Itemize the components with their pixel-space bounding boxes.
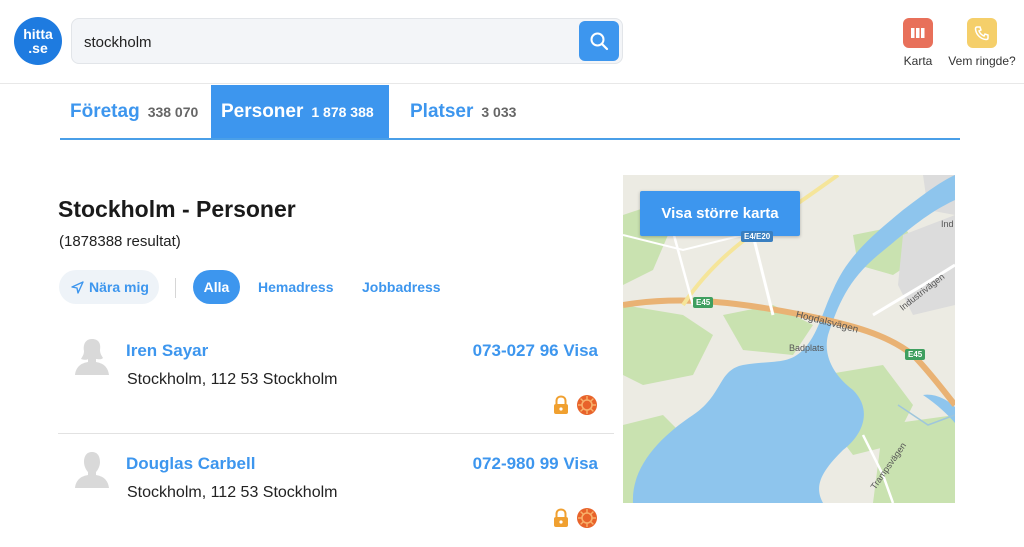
tab-platser[interactable]: Platser 3 033 xyxy=(400,85,526,138)
female-avatar-icon xyxy=(75,339,109,375)
person-address: Stockholm, 112 53 Stockholm xyxy=(127,371,338,388)
map-label-badplats: Badplats xyxy=(789,343,825,353)
person-name-link[interactable]: Douglas Carbell xyxy=(126,454,255,474)
phone-icon xyxy=(967,18,997,48)
search-icon xyxy=(590,32,609,51)
tab-personer[interactable]: Personer 1 878 388 xyxy=(211,85,389,138)
e45-shield: E45 xyxy=(693,297,714,308)
filter-all[interactable]: Alla xyxy=(193,270,240,304)
top-bar: hitta .se Karta Vem ringde? xyxy=(0,0,1024,84)
lock-icon xyxy=(550,507,572,529)
filter-home-address[interactable]: Hemadress xyxy=(258,270,334,304)
badges xyxy=(550,394,598,416)
map-panel[interactable]: Visa större karta Hogdalsvägen Badplats … xyxy=(623,175,955,503)
page-title: Stockholm - Personer xyxy=(58,196,296,222)
male-avatar-icon xyxy=(75,452,109,488)
search-box xyxy=(71,18,623,64)
show-larger-map-button[interactable]: Visa större karta xyxy=(640,191,800,236)
hitta-logo[interactable]: hitta .se xyxy=(14,17,62,65)
who-called-action[interactable]: Vem ringde? xyxy=(942,18,1022,68)
phone-number-link[interactable]: 073-027 96 Visa xyxy=(473,341,598,361)
badges xyxy=(550,507,598,529)
map-icon xyxy=(903,18,933,48)
logo-text-se: .se xyxy=(28,40,48,56)
filter-divider xyxy=(175,278,176,298)
tab-label: Platser xyxy=(410,100,474,122)
tab-label: Företag xyxy=(70,100,140,122)
search-input[interactable] xyxy=(84,29,574,55)
tab-label: Personer xyxy=(221,100,304,122)
location-arrow-icon xyxy=(71,280,84,294)
near-me-label: Nära mig xyxy=(89,279,149,295)
tab-count: 1 878 388 xyxy=(311,103,374,120)
tab-foretag[interactable]: Företag 338 070 xyxy=(60,85,208,138)
tab-count: 338 070 xyxy=(147,103,199,120)
person-row[interactable]: Douglas Carbell Stockholm, 112 53 Stockh… xyxy=(58,435,614,547)
phone-number-link[interactable]: 072-980 99 Visa xyxy=(473,454,598,474)
sun-badge-icon xyxy=(576,394,598,416)
tab-count: 3 033 xyxy=(481,103,517,120)
who-called-label: Vem ringde? xyxy=(948,54,1016,68)
person-row[interactable]: Iren Sayar Stockholm, 112 53 Stockholm 0… xyxy=(58,322,614,434)
logo-text-hitta: hitta xyxy=(23,26,53,42)
person-address: Stockholm, 112 53 Stockholm xyxy=(127,484,338,501)
e4-shield: E4/E20 xyxy=(741,231,774,242)
e45-shield: E45 xyxy=(905,349,926,360)
map-label-ind: Ind xyxy=(941,219,954,229)
category-tabs: Företag 338 070 Personer 1 878 388 Plats… xyxy=(60,85,960,140)
sun-badge-icon xyxy=(576,507,598,529)
near-me-button[interactable]: Nära mig xyxy=(59,270,159,304)
person-name-link[interactable]: Iren Sayar xyxy=(126,341,208,361)
result-count: (1878388 resultat) xyxy=(59,233,181,250)
lock-icon xyxy=(550,394,572,416)
search-button[interactable] xyxy=(579,21,619,61)
filter-work-address[interactable]: Jobbadress xyxy=(362,270,441,304)
